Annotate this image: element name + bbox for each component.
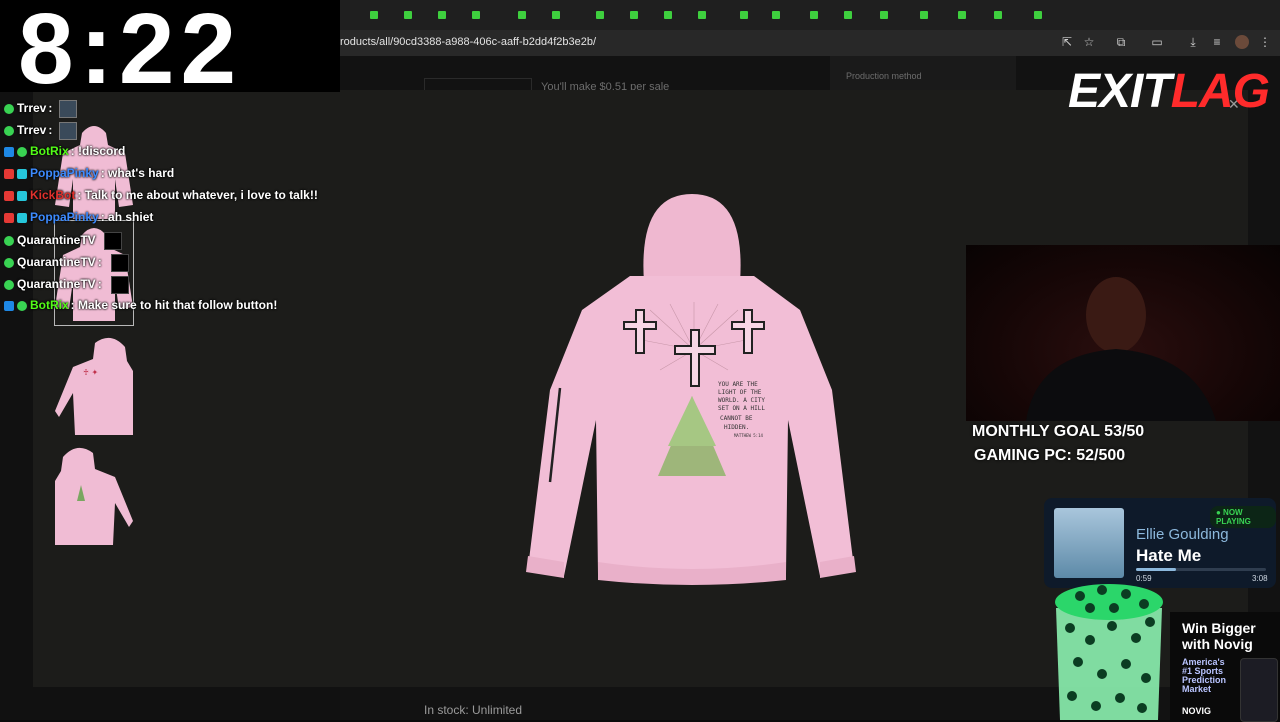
exitlag-logo: EXITLAG [1068,65,1270,118]
tab-favicon-icon[interactable] [698,11,706,19]
chat-message: KickBot: Talk to me about whatever, i lo… [4,188,318,206]
svg-text:♰ ✦: ♰ ✦ [83,368,99,377]
verse-line: SET ON A HILL [718,405,765,412]
chat-message: Trrev: [4,100,77,118]
now-playing-widget: ● NOW PLAYING Ellie Goulding Hate Me 0:5… [1044,498,1276,588]
tab-favicon-icon[interactable] [1034,11,1042,19]
tab-favicon-icon[interactable] [810,11,818,19]
ad-headline: Win Bigger with Novig [1182,620,1256,652]
extensions-icon[interactable]: ⧉ [1114,35,1128,49]
emote-icon [103,232,122,250]
tab-favicon-icon[interactable] [664,11,672,19]
track-artist: Ellie Goulding [1136,526,1229,543]
tab-favicon-icon[interactable] [740,11,748,19]
tab-favicon-icon[interactable] [880,11,888,19]
tab-favicon-icon[interactable] [920,11,928,19]
verse-reference: MATTHEW 5:14 [734,433,763,438]
track-duration: 3:08 [1252,574,1268,583]
emote-icon [58,122,77,140]
chat-message: BotRix: Make sure to hit that follow but… [4,298,277,316]
address-bar[interactable]: roducts/all/90cd3388-a988-406c-aaff-b2dd… [340,30,1280,56]
tab-search-icon[interactable]: ≡ [1210,35,1224,49]
chat-message: QuarantineTV [4,232,122,250]
tab-favicon-icon[interactable] [844,11,852,19]
chat-message: BotRix: !discord [4,144,125,162]
track-title: Hate Me [1136,546,1202,565]
sidebar-icon[interactable]: ▭ [1150,35,1164,49]
gaming-pc-goal-text: GAMING PC: 52/500 [974,447,1126,464]
track-progress-bar [1136,568,1266,571]
chat-message: PoppaPinky: ah shiet [4,210,153,228]
verse-line: YOU ARE THE [718,381,758,388]
ad-phone-image [1240,658,1278,722]
verse-line: CANNOT BE [720,415,753,422]
stock-status: In stock: Unlimited [424,703,523,717]
production-method-label: Production method [846,71,922,81]
chat-message: PoppaPinky: what's hard [4,166,174,184]
tab-favicon-icon[interactable] [958,11,966,19]
clock-overlay: 8:22 [0,0,340,104]
monthly-goal-text: MONTHLY GOAL 53/50 [972,423,1145,440]
ad-subtext: America's #1 Sports Prediction Market [1182,657,1227,694]
sponsor-cup-image [1055,584,1163,720]
tab-favicon-icon[interactable] [404,11,412,19]
tab-favicon-icon[interactable] [438,11,446,19]
chat-message: QuarantineTV: [4,254,130,272]
browser-tab-strip [340,0,1280,30]
ad-brand: NOVIG [1182,706,1212,716]
verse-line: LIGHT OF THE [718,389,762,396]
thumbnail-left-sleeve[interactable]: ♰ ✦ [54,330,134,436]
tab-favicon-icon[interactable] [472,11,480,19]
emote-icon [58,100,77,118]
album-art [1054,508,1124,578]
emote-icon [111,254,130,272]
install-icon[interactable]: ⇱ [1060,35,1074,49]
menu-kebab-icon[interactable]: ⋮ [1258,35,1272,49]
tab-favicon-icon[interactable] [994,11,1002,19]
thumbnail-right-sleeve[interactable] [54,440,134,546]
url-text[interactable]: roducts/all/90cd3388-a988-406c-aaff-b2dd… [340,36,596,48]
hoodie-back-image: YOU ARE THE LIGHT OF THE WORLD. A CITY S… [526,194,856,585]
download-icon[interactable]: ⤓ [1186,35,1200,49]
tab-favicon-icon[interactable] [518,11,526,19]
chat-message: QuarantineTV: [4,276,130,294]
verse-line: HIDDEN. [724,424,749,431]
bookmark-star-icon[interactable]: ☆ [1082,35,1096,49]
tab-favicon-icon[interactable] [630,11,638,19]
tab-favicon-icon[interactable] [552,11,560,19]
novig-ad[interactable]: Win Bigger with Novig America's #1 Sport… [1170,612,1280,722]
verse-line: WORLD. A CITY [718,397,765,404]
tab-favicon-icon[interactable] [370,11,378,19]
profile-avatar[interactable] [1235,35,1249,49]
chat-message: Trrev: [4,122,77,140]
tab-favicon-icon[interactable] [772,11,780,19]
track-progress-fill [1136,568,1177,571]
webcam-feed [966,245,1280,421]
now-playing-badge: ● NOW PLAYING [1210,506,1276,528]
emote-icon [111,276,130,294]
clock-time: 8:22 [18,0,243,105]
tab-favicon-icon[interactable] [596,11,604,19]
